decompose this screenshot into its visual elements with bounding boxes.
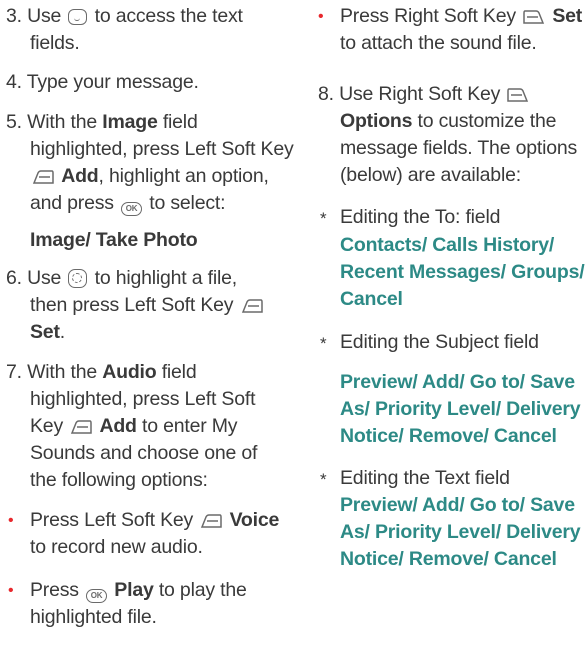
left-soft-key-icon	[32, 170, 54, 184]
step-6-line-1: 6. Use to highlight a file,	[6, 267, 237, 289]
bullet-voice-line-1: Press Left Soft Key Voice	[30, 509, 280, 531]
bullet-dot: •	[8, 582, 14, 599]
left-soft-key-icon	[241, 299, 263, 313]
right-soft-key-icon	[523, 10, 545, 24]
step-5-line-4: and press OK to select:	[30, 192, 226, 216]
right-soft-key-icon	[507, 88, 529, 102]
step-7-line-4: Sounds and choose one of	[30, 442, 258, 464]
bullet-set-line-1: Press Right Soft Key Set	[340, 5, 583, 27]
sub-subject-options-3: Notice/ Remove/ Cancel	[340, 425, 557, 447]
step-7-line-5: the following options:	[30, 469, 208, 491]
bullet-set-line-2: to attach the sound file.	[340, 32, 537, 54]
sub-to-options-2: Recent Messages/ Groups/	[340, 261, 585, 283]
step-8-line-2: Options to customize the	[340, 110, 557, 132]
directional-key-icon	[68, 9, 88, 25]
sub-subject-options-2: As/ Priority Level/ Delivery	[340, 398, 581, 420]
step-5-line-2: highlighted, press Left Soft Key	[30, 138, 294, 160]
asterisk-marker: *	[320, 334, 327, 353]
step-7-line-3: Key Add to enter My	[30, 415, 238, 437]
step-5-line-3: Add, highlight an option,	[30, 164, 269, 188]
step-6-line-3: Set.	[30, 321, 65, 343]
asterisk-marker: *	[320, 470, 327, 489]
sub-subject-label: Editing the Subject field	[340, 331, 539, 353]
step-8-line-1: 8. Use Right Soft Key	[318, 82, 531, 106]
sub-to-label: Editing the To: field	[340, 206, 501, 228]
bullet-dot: •	[318, 8, 324, 25]
bullet-play-line-2: highlighted file.	[30, 606, 157, 628]
sub-to-options-1: Contacts/ Calls History/	[340, 234, 555, 256]
ok-key-icon: OK	[121, 202, 143, 216]
step-7-line-1: 7. With the Audio field	[6, 361, 197, 383]
step-3-line-1: 3. Use to access the text	[6, 5, 243, 27]
step-3-line-2: fields.	[30, 32, 80, 54]
sub-text-options-1: Preview/ Add/ Go to/ Save	[340, 494, 575, 516]
sub-subject-options-1: Preview/ Add/ Go to/ Save	[340, 371, 575, 393]
step-7-line-2: highlighted, press Left Soft	[30, 388, 256, 410]
left-soft-key-icon	[71, 420, 92, 434]
sub-text-label: Editing the Text field	[340, 467, 510, 489]
left-soft-key-icon	[201, 514, 223, 528]
sub-text-options-3: Notice/ Remove/ Cancel	[340, 548, 557, 570]
navigation-key-icon	[68, 269, 88, 288]
step-5-options: Image/ Take Photo	[30, 229, 198, 251]
bullet-dot: •	[8, 512, 14, 529]
sub-to-options-3: Cancel	[340, 288, 403, 310]
ok-key-icon: OK	[86, 589, 108, 603]
bullet-play-line-1: Press OK Play to play the	[30, 579, 247, 603]
step-5-line-1: 5. With the Image field	[6, 111, 198, 133]
step-6-line-2: then press Left Soft Key	[30, 293, 265, 317]
step-8-line-3: message fields. The options	[340, 137, 578, 159]
step-8-line-4: (below) are available:	[340, 164, 521, 186]
bullet-voice-line-2: to record new audio.	[30, 536, 203, 558]
step-4-line: 4. Type your message.	[6, 71, 199, 93]
asterisk-marker: *	[320, 209, 327, 228]
sub-text-options-2: As/ Priority Level/ Delivery	[340, 521, 581, 543]
